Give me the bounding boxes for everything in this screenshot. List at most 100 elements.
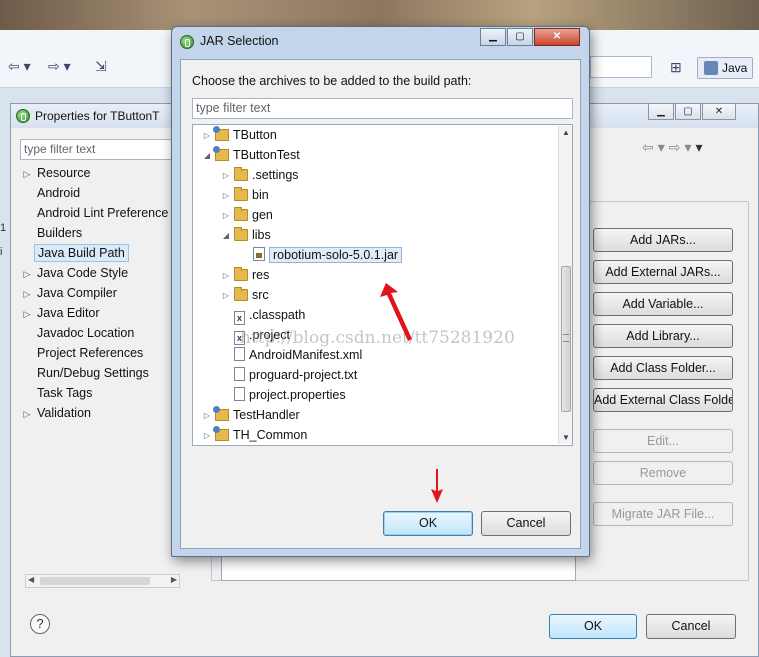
expand-arrow-icon[interactable]: ▷ xyxy=(20,169,34,180)
workspace-tree-item[interactable]: ▷ .settings xyxy=(220,165,299,185)
expand-arrow-icon[interactable]: ▷ xyxy=(20,409,34,420)
properties-tree-label: Validation xyxy=(37,406,91,420)
properties-tree-label: Project References xyxy=(37,346,144,360)
expand-arrow-icon[interactable]: ▷ xyxy=(20,269,34,280)
properties-tree-item[interactable]: Javadoc Location xyxy=(20,326,137,344)
workspace-tree-item[interactable]: x .classpath xyxy=(220,305,305,325)
history-forward-icon[interactable]: ⇨▾ xyxy=(669,139,696,155)
jar-cancel-button[interactable]: Cancel xyxy=(481,511,571,536)
collapse-arrow-icon[interactable]: ◢ xyxy=(220,226,232,246)
properties-tree-item[interactable]: Android Lint Preference xyxy=(20,206,171,224)
properties-filter-input[interactable]: type filter text xyxy=(20,139,175,160)
build-path-action-button[interactable]: Migrate JAR File... xyxy=(593,502,733,526)
properties-tree-item[interactable]: ▷ Java Editor xyxy=(20,306,103,324)
jar-ok-button[interactable]: OK xyxy=(383,511,473,536)
file-icon xyxy=(234,347,245,361)
close-icon[interactable]: ✕ xyxy=(534,28,580,46)
jar-prompt-label: Choose the archives to be added to the b… xyxy=(192,74,472,88)
view-menu-icon[interactable]: ▾ xyxy=(696,139,707,155)
collapse-arrow-icon[interactable]: ◢ xyxy=(201,146,213,166)
properties-tree-item[interactable]: Android xyxy=(20,186,83,204)
properties-tree-hscrollbar[interactable]: ◀ ▶ xyxy=(25,574,180,588)
workspace-tree-vscrollbar[interactable]: ▲ ▼ xyxy=(558,126,572,444)
minimize-icon[interactable]: ▁ xyxy=(480,28,506,46)
help-icon[interactable]: ? xyxy=(30,614,50,634)
scroll-up-icon[interactable]: ▲ xyxy=(562,128,570,137)
properties-ok-button[interactable]: OK xyxy=(549,614,637,639)
expand-arrow-icon[interactable]: ▷ xyxy=(220,166,232,186)
quick-access-input[interactable] xyxy=(590,56,652,78)
expand-arrow-icon[interactable]: ▷ xyxy=(20,309,34,320)
properties-tree-item[interactable]: Project References xyxy=(20,346,146,364)
forward-arrow-icon[interactable]: ⇨ ▾ xyxy=(48,58,71,75)
project-folder-icon xyxy=(213,146,229,161)
build-path-action-button[interactable]: Remove xyxy=(593,461,733,485)
workspace-tree-label: libs xyxy=(252,228,271,242)
pin-editor-icon[interactable]: ⇲ xyxy=(95,58,107,75)
workspace-tree-item[interactable]: project.properties xyxy=(220,385,346,405)
workspace-tree-item[interactable]: ◢ TButtonTest xyxy=(201,145,300,165)
workspace-tree-item[interactable]: ▷ TestHandler xyxy=(201,405,300,425)
properties-tree-item[interactable]: ▷ Java Compiler xyxy=(20,286,120,304)
expand-arrow-icon[interactable]: ▷ xyxy=(201,126,213,146)
expand-arrow-icon[interactable]: ▷ xyxy=(220,266,232,286)
folder-icon xyxy=(234,227,248,241)
properties-tree-item[interactable]: ▷ Resource xyxy=(20,166,94,184)
workspace-tree-item[interactable]: ▷ res xyxy=(220,265,269,285)
expand-arrow-icon[interactable]: ▷ xyxy=(220,206,232,226)
history-back-icon[interactable]: ⇦▾ xyxy=(642,139,669,155)
build-path-action-button[interactable]: Edit... xyxy=(593,429,733,453)
jar-file-icon xyxy=(253,247,265,261)
scroll-down-icon[interactable]: ▼ xyxy=(562,433,570,442)
workspace-tree-label: gen xyxy=(252,208,273,222)
expand-arrow-icon[interactable]: ▷ xyxy=(201,426,213,445)
project-folder-icon xyxy=(213,426,229,441)
properties-tree-item[interactable]: Java Build Path xyxy=(20,244,129,264)
workspace-tree-label: TestHandler xyxy=(233,408,300,422)
expand-arrow-icon[interactable]: ▷ xyxy=(220,186,232,206)
workspace-tree-item[interactable]: ▷ src xyxy=(220,285,269,305)
build-path-action-button[interactable]: Add External Class Folder... xyxy=(593,388,733,412)
back-arrow-icon[interactable]: ⇦ ▾ xyxy=(8,58,31,75)
hscroll-thumb[interactable] xyxy=(40,577,150,585)
expand-arrow-icon[interactable]: ▷ xyxy=(220,286,232,306)
properties-tree-item[interactable]: Builders xyxy=(20,226,85,244)
workspace-tree-item[interactable]: proguard-project.txt xyxy=(220,365,357,385)
properties-cancel-button[interactable]: Cancel xyxy=(646,614,736,639)
editor-remnant: i xyxy=(0,246,3,258)
expand-arrow-icon[interactable]: ▷ xyxy=(201,406,213,426)
properties-tree-label: Run/Debug Settings xyxy=(37,366,149,380)
build-path-action-button[interactable]: Add JARs... xyxy=(593,228,733,252)
properties-tree-label: Android xyxy=(37,186,81,200)
scroll-left-icon[interactable]: ◀ xyxy=(28,575,34,584)
workspace-tree-item[interactable]: robotium-solo-5.0.1.jar xyxy=(239,245,403,265)
expand-arrow-icon[interactable]: ▷ xyxy=(20,289,34,300)
open-perspective-icon[interactable]: ⊞ xyxy=(670,59,682,76)
workspace-tree-item[interactable]: ▷ gen xyxy=(220,205,273,225)
workspace-tree-item[interactable]: ◢ libs xyxy=(220,225,271,245)
minimize-icon[interactable]: ▁ xyxy=(648,103,674,120)
build-path-action-button[interactable]: Add Class Folder... xyxy=(593,356,733,380)
jar-filter-input[interactable]: type filter text xyxy=(192,98,573,119)
properties-tree-label: Android Lint Preference xyxy=(37,206,169,220)
maximize-icon[interactable]: ▢ xyxy=(507,28,533,46)
maximize-icon[interactable]: ▢ xyxy=(675,103,701,120)
build-path-action-button[interactable]: Add Library... xyxy=(593,324,733,348)
java-perspective-button[interactable]: Java xyxy=(697,57,753,79)
build-path-action-button[interactable]: Add External JARs... xyxy=(593,260,733,284)
red-annotation-arrow-icon xyxy=(380,283,412,341)
properties-tree-item[interactable]: Task Tags xyxy=(20,386,95,404)
properties-tree-label: Javadoc Location xyxy=(37,326,135,340)
close-icon[interactable]: ✕ xyxy=(702,103,736,120)
scroll-right-icon[interactable]: ▶ xyxy=(171,575,177,584)
file-icon xyxy=(234,367,245,381)
workspace-tree-item[interactable]: ▷ TH_Common xyxy=(201,425,307,445)
properties-tree-item[interactable]: ▷ Java Code Style xyxy=(20,266,131,284)
properties-tree-item[interactable]: Run/Debug Settings xyxy=(20,366,152,384)
workspace-tree-item[interactable]: AndroidManifest.xml xyxy=(220,345,362,365)
workspace-tree-item[interactable]: ▷ TButton xyxy=(201,125,277,145)
scroll-grip-icon xyxy=(563,334,569,342)
workspace-tree-item[interactable]: ▷ bin xyxy=(220,185,269,205)
build-path-action-button[interactable]: Add Variable... xyxy=(593,292,733,316)
properties-tree-item[interactable]: ▷ Validation xyxy=(20,406,94,424)
